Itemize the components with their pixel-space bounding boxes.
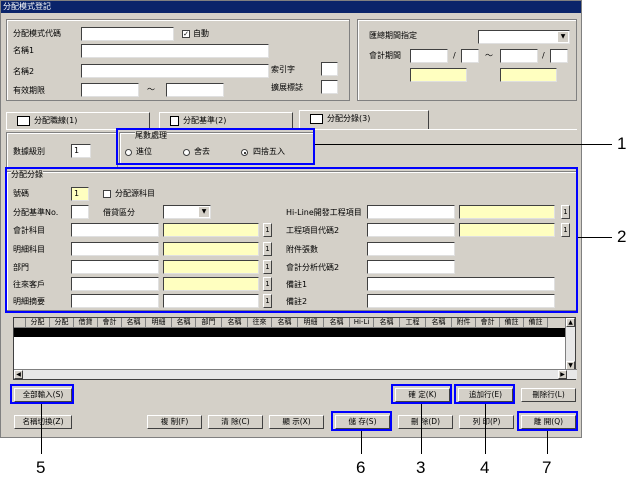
grid-column-header[interactable]: 工程 (400, 318, 426, 328)
tab-allocation-entry[interactable]: 分配分錄(3) (299, 110, 429, 130)
callout-6: 6 (356, 458, 366, 477)
grid-column-header[interactable]: 借貸 (74, 318, 98, 328)
period-slash-1: / (453, 51, 456, 60)
auto-checkbox[interactable]: ✓ (182, 30, 190, 38)
code-input[interactable] (81, 27, 174, 41)
highlight-entry (5, 167, 578, 313)
grid-column-header[interactable]: 名稱 (122, 318, 146, 328)
grid-column-header[interactable]: 名稱 (172, 318, 196, 328)
scroll-right-icon[interactable]: ▶ (558, 370, 567, 379)
callout-line-5 (41, 404, 42, 454)
grid-column-header[interactable]: 備註 (500, 318, 524, 328)
grid-column-header[interactable]: 明細 (298, 318, 324, 328)
period-from-year[interactable] (410, 49, 448, 63)
grid-corner (14, 318, 26, 328)
display-button[interactable]: 顯 示(X) (269, 415, 324, 429)
scroll-left-icon[interactable]: ◀ (14, 370, 23, 379)
grid-column-header[interactable]: 名稱 (426, 318, 452, 328)
auto-label: 自動 (193, 29, 209, 38)
callout-3: 3 (416, 458, 426, 477)
form-icon (310, 113, 323, 124)
extend-input[interactable] (321, 80, 338, 94)
period-from-month[interactable] (461, 49, 479, 63)
callout-line-4 (485, 404, 486, 454)
document-icon (170, 115, 179, 126)
valid-to-input[interactable] (166, 83, 224, 97)
code-label: 分配模式代碼 (13, 29, 61, 38)
name1-label: 名稱1 (13, 46, 35, 55)
grid-column-header[interactable]: 名稱 (222, 318, 248, 328)
valid-tilde: 〜 (147, 85, 155, 94)
name2-input[interactable] (81, 64, 269, 78)
grid-column-header[interactable]: 分配 (50, 318, 74, 328)
grid-column-header[interactable]: 名稱 (324, 318, 350, 328)
delete-row-button[interactable]: 刪除行(L) (521, 388, 576, 402)
entry-grid[interactable]: 分配 分配 借貸 會計 名稱 明細 名稱 部門 名稱 往來 名稱 明細 名稱 Hi-Li 名稱 工程 名稱 附件會… (13, 317, 577, 380)
grid-selected-row[interactable] (14, 328, 565, 337)
index-label: 索引字 (271, 65, 295, 74)
book-icon (17, 115, 30, 126)
callout-line-1 (315, 144, 612, 145)
grid-column-header[interactable]: 名稱 (374, 318, 400, 328)
scroll-up-icon[interactable]: ▲ (566, 318, 575, 327)
name-switch-button[interactable]: 名稱切換(Z) (14, 415, 72, 429)
name1-input[interactable] (81, 44, 269, 58)
grid-column-header[interactable]: 會計 (98, 318, 122, 328)
valid-from-input[interactable] (81, 83, 139, 97)
name2-label: 名稱2 (13, 67, 35, 76)
period-to-month[interactable] (550, 49, 568, 63)
window-title: 分配模式登記 (1, 1, 581, 13)
period-from-display (410, 68, 467, 82)
grid-header: 分配 分配 借貸 會計 名稱 明細 名稱 部門 名稱 往來 名稱 明細 名稱 Hi-Li 名稱 工程 名稱 附件會… (14, 318, 565, 328)
callout-7: 7 (542, 458, 552, 477)
period-to-year[interactable] (500, 49, 538, 63)
copy-button[interactable]: 複 制(F) (147, 415, 202, 429)
highlight-save (331, 411, 392, 431)
grid-column-header[interactable]: 部門 (196, 318, 222, 328)
digits-label: 數據級別 (13, 147, 45, 156)
grid-vertical-scrollbar[interactable]: ▲ ▼ (565, 318, 575, 370)
grid-column-header[interactable]: 名稱 (272, 318, 298, 328)
grid-column-header[interactable]: Hi-Li (350, 318, 374, 328)
grid-column-header[interactable]: 分配 (26, 318, 50, 328)
highlight-add-row (454, 384, 515, 404)
callout-line-3 (421, 404, 422, 454)
valid-label: 有效期限 (13, 86, 45, 95)
highlight-rounding (116, 128, 315, 165)
extend-label: 擴展標誌 (271, 83, 303, 92)
clear-button[interactable]: 清 除(C) (208, 415, 263, 429)
period-select[interactable]: ▼ (478, 30, 570, 44)
digits-input[interactable]: 1 (71, 144, 91, 158)
period-title: 匯總期間指定 (369, 31, 417, 40)
highlight-all-input (10, 384, 74, 404)
callout-4: 4 (480, 458, 490, 477)
chevron-down-icon: ▼ (558, 32, 568, 42)
grid-column-header[interactable]: 往來 (248, 318, 272, 328)
print-button[interactable]: 列 印(P) (459, 415, 514, 429)
index-input[interactable] (321, 62, 338, 76)
highlight-exit (517, 411, 578, 431)
callout-line-2 (578, 237, 612, 238)
grid-column-header[interactable]: 會計 (476, 318, 500, 328)
period-slash-2: / (542, 51, 545, 60)
delete-button[interactable]: 刪 除(D) (398, 415, 453, 429)
callout-1: 1 (617, 134, 627, 153)
grid-column-header[interactable]: 明細 (146, 318, 172, 328)
callout-line-6 (361, 431, 362, 454)
grid-horizontal-scrollbar[interactable]: ◀ ▶ (14, 369, 577, 379)
period-tilde: 〜 (485, 51, 493, 60)
tab-allocation-line[interactable]: 分配職線(1) (6, 112, 150, 129)
callout-5: 5 (36, 458, 46, 477)
tab-allocation-base[interactable]: 分配基準(2) (159, 112, 293, 129)
callout-line-7 (547, 431, 548, 454)
accounting-label: 會計期間 (369, 51, 401, 60)
grid-column-header[interactable]: 備註 (524, 318, 548, 328)
callout-2: 2 (617, 227, 627, 246)
period-to-display (500, 68, 557, 82)
grid-column-header[interactable]: 附件 (452, 318, 476, 328)
highlight-confirm (391, 384, 452, 404)
